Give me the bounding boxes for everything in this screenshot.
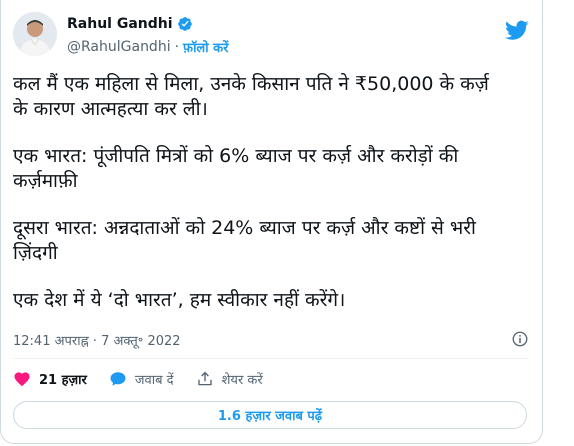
display-name[interactable]: Rahul Gandhi — [67, 16, 173, 32]
tweet-header: Rahul Gandhi @RahulGandhi · फ़ॉलो करें — [13, 12, 533, 60]
tweet-text: कल मैं एक महिला से मिला, उनके किसान पति … — [13, 72, 533, 335]
tweet-meta: 12:41 अपराह्न · 7 अक्तू॰ 2022 — [13, 330, 533, 350]
tweet-paragraph: कल मैं एक महिला से मिला, उनके किसान पति … — [13, 73, 489, 120]
divider — [13, 358, 529, 359]
handle-row: @RahulGandhi · फ़ॉलो करें — [67, 38, 228, 56]
heart-icon — [14, 372, 30, 387]
reply-bubble-icon — [110, 372, 126, 386]
tweet-paragraph: एक भारत: पूंजीपति मित्रों को 6% ब्याज पर… — [13, 145, 459, 192]
read-replies-button[interactable]: 1.6 हज़ार जवाब पढ़ें — [13, 401, 527, 429]
tweet-paragraph: एक देश में ये ‘दो भारत’, हम स्वीकार नहीं… — [13, 289, 346, 311]
share-label: शेयर करें — [221, 373, 263, 388]
verified-badge-icon — [177, 17, 192, 31]
like-button[interactable]: 21 हज़ार — [13, 370, 87, 388]
twitter-bird-icon[interactable] — [505, 18, 529, 42]
handle[interactable]: @RahulGandhi — [67, 39, 171, 55]
tweet-card: Rahul Gandhi @RahulGandhi · फ़ॉलो करें क… — [0, 0, 543, 444]
info-icon[interactable] — [511, 330, 529, 348]
follow-link[interactable]: फ़ॉलो करें — [183, 38, 228, 56]
share-button[interactable]: शेयर करें — [196, 370, 263, 388]
share-icon — [197, 371, 212, 386]
reply-label: जवाब दें — [134, 373, 174, 388]
name-row: Rahul Gandhi — [67, 16, 193, 32]
reply-button[interactable]: जवाब दें — [109, 370, 174, 388]
timestamp[interactable]: 12:41 अपराह्न · 7 अक्तू॰ 2022 — [13, 331, 181, 349]
tweet-paragraph: दूसरा भारत: अन्नदाताओं को 24% ब्याज पर क… — [13, 217, 476, 264]
like-count: 21 हज़ार — [39, 373, 87, 388]
avatar[interactable] — [13, 12, 57, 56]
action-bar: 21 हज़ार जवाब दें शेयर करें — [13, 368, 285, 390]
separator: · — [174, 39, 180, 55]
